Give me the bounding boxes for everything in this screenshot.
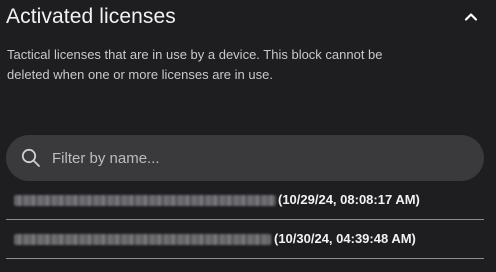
- redacted-license-name: [14, 234, 271, 245]
- license-timestamp: (10/30/24, 04:39:48 AM): [274, 231, 416, 246]
- license-timestamp: (10/29/24, 08:08:17 AM): [278, 192, 420, 207]
- section-description: Tactical licenses that are in use by a d…: [7, 47, 383, 82]
- collapse-button[interactable]: [462, 8, 480, 26]
- section-header: Activated licenses: [6, 0, 488, 34]
- license-row[interactable]: (10/30/24, 04:39:48 AM): [6, 220, 484, 259]
- search-box[interactable]: [6, 135, 484, 181]
- search-icon: [21, 148, 40, 167]
- redacted-license-name: [14, 195, 276, 206]
- license-row[interactable]: (10/29/24, 08:08:17 AM): [6, 181, 484, 220]
- section-title: Activated licenses: [6, 5, 176, 28]
- search-input[interactable]: [52, 135, 472, 181]
- chevron-up-icon: [464, 13, 478, 21]
- license-list: (10/29/24, 08:08:17 AM) (10/30/24, 04:39…: [6, 181, 484, 259]
